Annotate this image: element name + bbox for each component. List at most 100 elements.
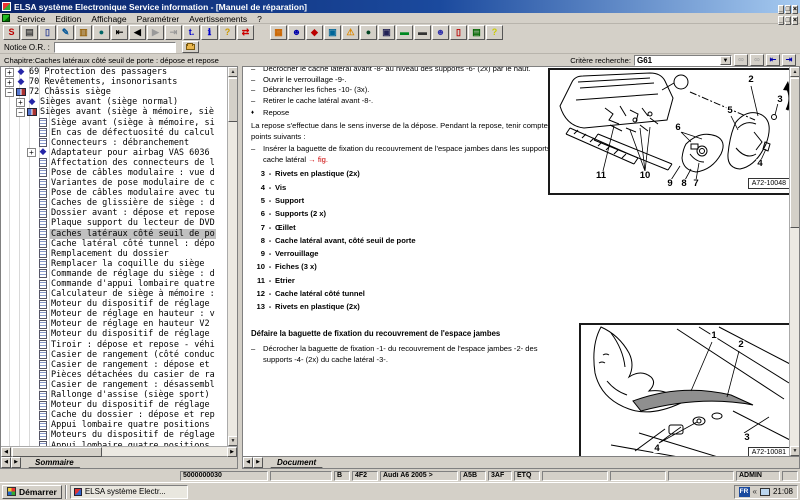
- window-button[interactable]: ▣: [324, 25, 341, 40]
- document-flag-button[interactable]: ▯: [450, 25, 467, 40]
- tree-item[interactable]: Remplacer la coquille du siège: [1, 259, 237, 269]
- scroll-right-icon[interactable]: ▶: [227, 447, 237, 458]
- expand-icon[interactable]: +: [5, 67, 14, 77]
- tab-sommaire[interactable]: Sommaire: [23, 457, 86, 468]
- tree-item[interactable]: Cache du dossier : dépose et rep: [1, 410, 237, 420]
- jump-forward-button[interactable]: ⇥: [782, 54, 796, 66]
- tree-vertical-scrollbar[interactable]: ▲ ▼: [227, 67, 237, 447]
- tab-scroll-right-icon[interactable]: ▶: [253, 457, 263, 468]
- menu-avertissements[interactable]: Avertissements: [184, 14, 252, 24]
- figure-link[interactable]: → fig.: [308, 155, 328, 164]
- tree-item[interactable]: Appui lombaire quatre positions: [1, 420, 237, 430]
- tree-item[interactable]: + ◆ 70 Revêtements, insonorisants: [1, 77, 237, 87]
- briefcase-button[interactable]: ▥: [75, 25, 92, 40]
- first-page-button[interactable]: ⇤: [111, 25, 128, 40]
- notice-input[interactable]: [53, 41, 176, 53]
- scroll-up-icon[interactable]: ▲: [790, 67, 799, 77]
- technical-links-button[interactable]: t.: [183, 25, 200, 40]
- tree-item[interactable]: Moteur de réglage en hauteur V2: [1, 319, 237, 329]
- info-button[interactable]: ℹ: [201, 25, 218, 40]
- tree-item[interactable]: Cache latéral côté tunnel : dépo: [1, 239, 237, 249]
- print-button[interactable]: ▤: [21, 25, 38, 40]
- tab-scroll-left-icon[interactable]: ◀: [1, 457, 11, 468]
- collapse-icon[interactable]: −: [16, 107, 25, 117]
- document-vertical-scrollbar[interactable]: ▲ ▼: [789, 67, 799, 456]
- search-criteria-combobox[interactable]: G61 ▼: [634, 54, 732, 66]
- user-settings-button[interactable]: ☻: [432, 25, 449, 40]
- jump-back-button[interactable]: ⇤: [766, 54, 780, 66]
- warning-button[interactable]: ⚠: [342, 25, 359, 40]
- tree-item[interactable]: Rallonge d'assise (siège sport): [1, 390, 237, 400]
- open-order-button[interactable]: [181, 41, 199, 53]
- tab-scroll-right-icon[interactable]: ▶: [11, 457, 21, 468]
- tree-item[interactable]: − Sièges avant (siège à mémoire, siè: [1, 107, 237, 117]
- tree-item[interactable]: Casier de rangement : dépose et: [1, 360, 237, 370]
- collapse-icon[interactable]: −: [5, 87, 14, 97]
- exit-button[interactable]: S: [3, 25, 20, 40]
- language-indicator[interactable]: FR: [738, 486, 750, 497]
- vehicle-button[interactable]: ●: [93, 25, 110, 40]
- edit-document-button[interactable]: ✎: [57, 25, 74, 40]
- tree-item[interactable]: Caches latéraux côté seuil de po: [1, 228, 237, 239]
- tab-document[interactable]: Document: [265, 457, 328, 468]
- menu-affichage[interactable]: Affichage: [86, 14, 131, 24]
- swap-view-button[interactable]: ⇄: [237, 25, 254, 40]
- tree-item[interactable]: Moteur du dispositif de réglage: [1, 400, 237, 410]
- grid-button[interactable]: ▦: [270, 25, 287, 40]
- new-document-button[interactable]: ▯: [39, 25, 56, 40]
- scroll-down-icon[interactable]: ▼: [790, 446, 799, 456]
- tree-horizontal-scrollbar[interactable]: ◀ ▶: [1, 446, 237, 458]
- tree-hscroll-thumb[interactable]: [12, 447, 102, 458]
- scroll-up-icon[interactable]: ▲: [228, 67, 237, 77]
- tree-item[interactable]: Remplacement du dossier: [1, 249, 237, 259]
- tree-item[interactable]: Moteurs du dispositif de réglage: [1, 430, 237, 440]
- tree-item[interactable]: Casier de rangement (côté conduc: [1, 350, 237, 360]
- tree-item[interactable]: Moteur du dispositif de réglage: [1, 329, 237, 339]
- menu-?[interactable]: ?: [252, 14, 267, 24]
- tree-item[interactable]: En cas de défectuosité du calcul: [1, 128, 237, 138]
- tab-scroll-left-icon[interactable]: ◀: [243, 457, 253, 468]
- tree-item[interactable]: + ◆ 69 Protection des passagers: [1, 67, 237, 77]
- search-binoculars-button[interactable]: ∞: [734, 54, 748, 66]
- dark-car-button[interactable]: ▬: [414, 25, 431, 40]
- menu-service[interactable]: Service: [12, 14, 50, 24]
- globe-button[interactable]: ●: [360, 25, 377, 40]
- expand-icon[interactable]: +: [27, 148, 36, 158]
- tree-item[interactable]: − 72 Châssis siège: [1, 87, 237, 97]
- display-tray-icon[interactable]: [759, 487, 770, 496]
- start-button[interactable]: Démarrer: [2, 484, 62, 499]
- tree-item[interactable]: Pose de câbles modulaire avec tu: [1, 188, 237, 198]
- menu-edition[interactable]: Edition: [50, 14, 86, 24]
- last-page-button[interactable]: ⇥: [165, 25, 182, 40]
- tree-item[interactable]: Pose de câbles modulaire : vue d: [1, 168, 237, 178]
- tree-item[interactable]: Connecteurs : débranchement: [1, 138, 237, 148]
- red-book-button[interactable]: ◆: [306, 25, 323, 40]
- next-page-button[interactable]: ▶: [147, 25, 164, 40]
- previous-page-button[interactable]: ◀: [129, 25, 146, 40]
- document-scroll-thumb[interactable]: [790, 78, 799, 228]
- tree-item[interactable]: Calculateur de siège à mémoire :: [1, 289, 237, 299]
- menu-paramtrer[interactable]: Paramétrer: [132, 14, 185, 24]
- context-help-button[interactable]: ?: [486, 25, 503, 40]
- tree-item[interactable]: Moteur de réglage en hauteur : v: [1, 309, 237, 319]
- tree-item[interactable]: Tiroir : dépose et repose - véhi: [1, 340, 237, 350]
- help-button[interactable]: ?: [219, 25, 236, 40]
- tree-item[interactable]: Siège avant (siège à mémoire, si: [1, 117, 237, 128]
- tree-scroll-thumb[interactable]: [228, 78, 237, 122]
- scroll-left-icon[interactable]: ◀: [1, 447, 11, 458]
- tree-item[interactable]: Plaque support du lecteur de DVD: [1, 218, 237, 228]
- tray-chevron-icon[interactable]: «: [753, 487, 757, 496]
- search-again-button[interactable]: ∞: [750, 54, 764, 66]
- tree-item[interactable]: Casier de rangement : désassembl: [1, 380, 237, 390]
- expand-icon[interactable]: +: [5, 77, 14, 87]
- scroll-down-icon[interactable]: ▼: [228, 436, 237, 447]
- taskbar-task-elsa[interactable]: ELSA système Electr...: [69, 484, 188, 499]
- green-car-button[interactable]: ▬: [396, 25, 413, 40]
- expand-icon[interactable]: +: [16, 97, 25, 107]
- tree-item[interactable]: + ◆ Adaptateur pour airbag VAS 6036: [1, 148, 237, 158]
- tree-item[interactable]: Moteur du dispositif de réglage: [1, 299, 237, 309]
- tree-item[interactable]: Dossier avant : dépose et repose: [1, 208, 237, 218]
- document-system-icon[interactable]: [2, 14, 10, 22]
- tree-item[interactable]: Affectation des connecteurs de l: [1, 158, 237, 168]
- tree-item[interactable]: Commande d'appui lombaire quatre: [1, 279, 237, 289]
